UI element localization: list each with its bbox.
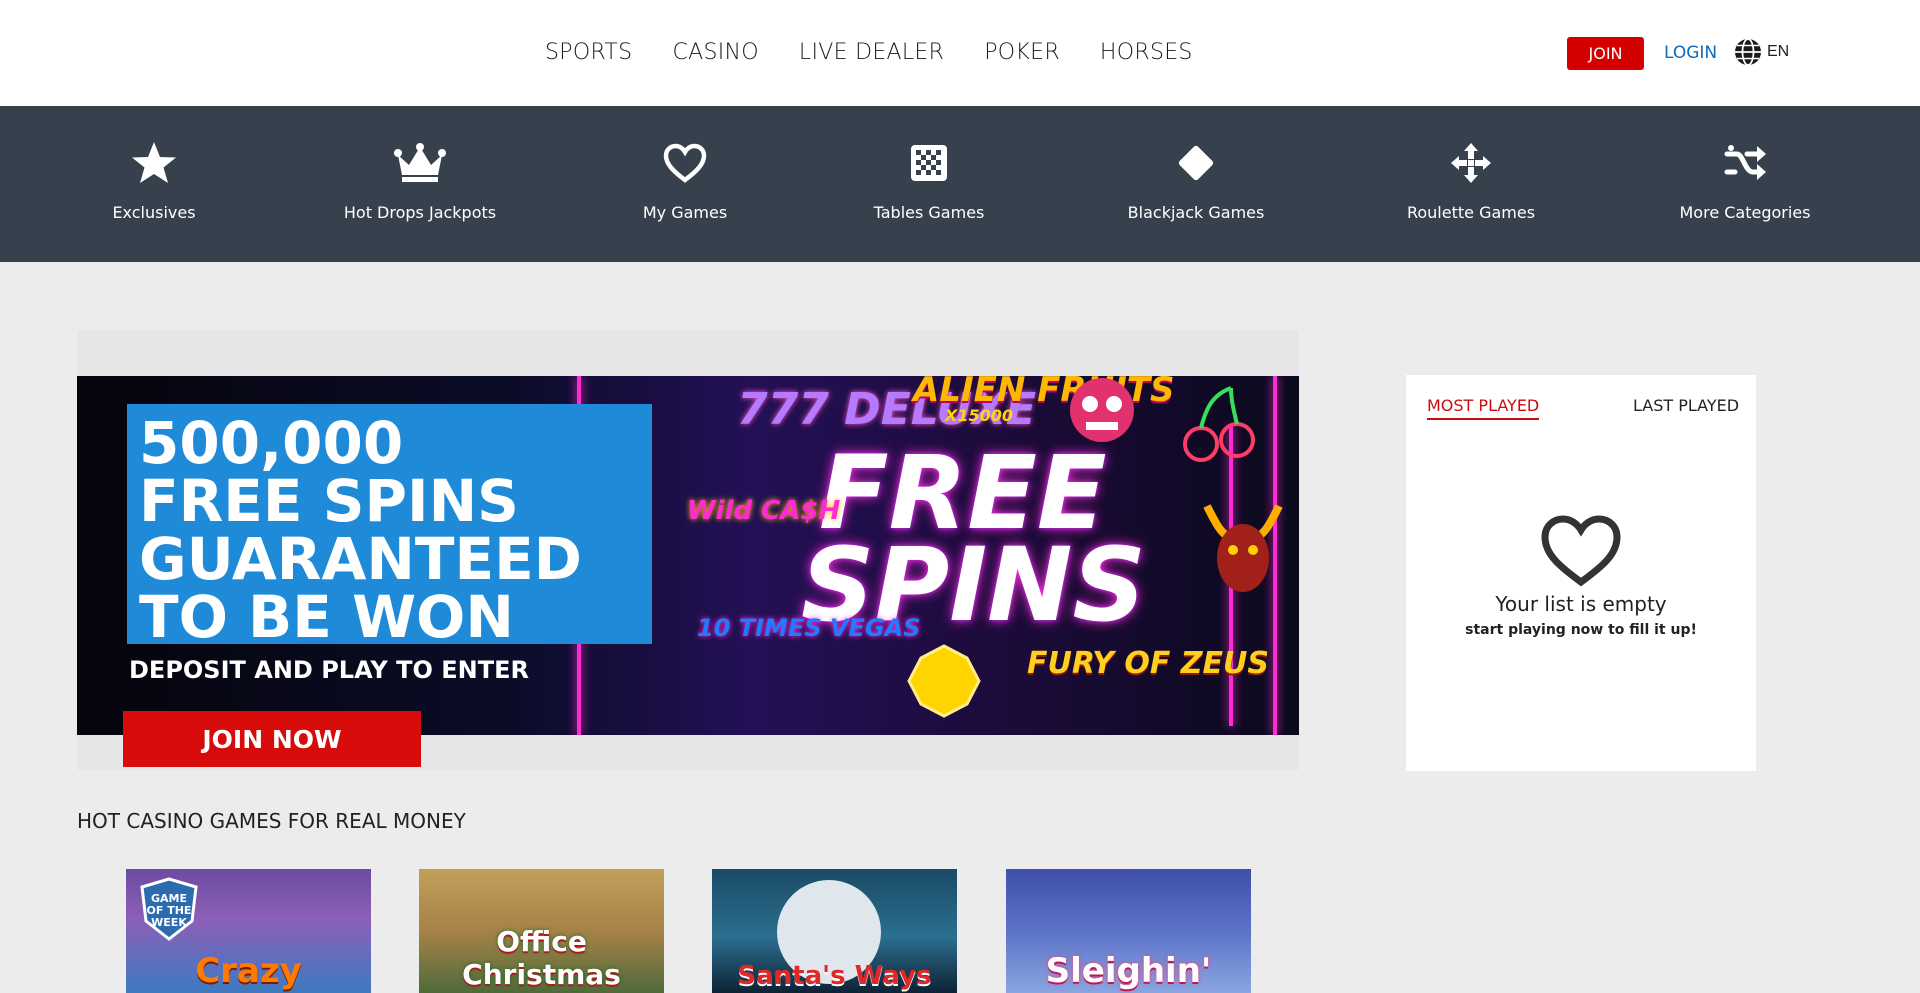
category-label: More Categories bbox=[1679, 203, 1811, 222]
category-hot-drops-jackpots[interactable]: Hot Drops Jackpots bbox=[340, 106, 500, 262]
game-title: Crazy bbox=[195, 951, 302, 991]
join-now-button[interactable]: JOIN NOW bbox=[123, 711, 421, 767]
logo-wild-cash: Wild CA$H bbox=[687, 496, 841, 526]
game-of-week-badge: GAME OF THE WEEK bbox=[146, 892, 192, 930]
category-label: Tables Games bbox=[873, 203, 985, 222]
category-label: Hot Drops Jackpots bbox=[343, 203, 497, 222]
bull-icon bbox=[1203, 504, 1283, 592]
category-roulette-games[interactable]: Roulette Games bbox=[1407, 106, 1535, 262]
category-exclusives[interactable]: Exclusives bbox=[104, 106, 204, 262]
nav-horses[interactable]: HORSES bbox=[1100, 40, 1193, 65]
game-tile-sleighin[interactable]: Sleighin' bbox=[1006, 869, 1251, 993]
language-selector[interactable]: EN bbox=[1733, 37, 1789, 67]
empty-list-title: Your list is empty bbox=[1495, 592, 1667, 616]
game-title: Santa's Ways bbox=[737, 961, 932, 991]
category-label: Roulette Games bbox=[1406, 203, 1536, 222]
category-label: My Games bbox=[642, 203, 728, 222]
language-code: EN bbox=[1767, 43, 1790, 60]
category-more-categories[interactable]: More Categories bbox=[1680, 106, 1811, 262]
crown-icon bbox=[394, 143, 446, 182]
played-games-panel: MOST PLAYED LAST PLAYED Your list is emp… bbox=[1406, 375, 1756, 771]
headline-subline: DEPOSIT AND PLAY TO ENTER bbox=[129, 656, 529, 684]
headline-line: 500,000 bbox=[139, 409, 404, 477]
monster-icon bbox=[1070, 378, 1134, 442]
nav-sports[interactable]: SPORTS bbox=[545, 40, 632, 65]
headline-line: TO BE WON bbox=[139, 583, 514, 651]
headline-line: GUARANTEED bbox=[139, 525, 582, 593]
game-tile-office-christmas[interactable]: Office Christmas bbox=[419, 869, 664, 993]
empty-list-subtitle: start playing now to fill it up! bbox=[1465, 622, 1697, 638]
game-tile-santas-ways[interactable]: Santa's Ways bbox=[712, 869, 957, 993]
game-title: Office Christmas bbox=[462, 925, 621, 991]
tab-last-played[interactable]: LAST PLAYED bbox=[1633, 396, 1739, 415]
nav-poker[interactable]: POKER bbox=[984, 40, 1060, 65]
category-blackjack-games[interactable]: Blackjack Games bbox=[1127, 106, 1265, 262]
category-label: Blackjack Games bbox=[1127, 203, 1265, 222]
game-tile-crazy[interactable]: GAME OF THE WEEK Crazy bbox=[126, 869, 371, 993]
category-bar: Exclusives Hot Drops Jackpots My Games T… bbox=[0, 106, 1920, 262]
main-nav: SPORTS CASINO LIVE DEALER POKER HORSES bbox=[545, 40, 1193, 65]
star-icon bbox=[132, 142, 176, 183]
headline-line: FREE SPINS bbox=[139, 467, 519, 535]
category-tables-games[interactable]: Tables Games bbox=[869, 106, 989, 262]
join-button[interactable]: JOIN bbox=[1567, 37, 1644, 70]
nav-live-dealer[interactable]: LIVE DEALER bbox=[799, 40, 944, 65]
category-label: Exclusives bbox=[112, 203, 196, 222]
logo-10-times-vegas: 10 TIMES VEGAS bbox=[697, 614, 921, 642]
gem-icon bbox=[907, 644, 981, 718]
top-header: SPORTS CASINO LIVE DEALER POKER HORSES J… bbox=[0, 0, 1920, 106]
checkerboard-icon bbox=[911, 145, 947, 181]
hot-games-title: HOT CASINO GAMES FOR REAL MONEY bbox=[77, 809, 466, 833]
arrows-icon bbox=[1451, 143, 1491, 183]
heart-icon bbox=[663, 143, 707, 183]
game-title: Sleighin' bbox=[1045, 951, 1212, 991]
category-my-games[interactable]: My Games bbox=[630, 106, 740, 262]
logo-fury-of-zeus: FURY OF ZEUS bbox=[1027, 646, 1270, 681]
promo-banner[interactable]: 500,000 FREE SPINS GUARANTEED TO BE WON … bbox=[77, 376, 1299, 735]
diamond-icon bbox=[1178, 145, 1214, 181]
cherry-icon bbox=[1183, 386, 1255, 462]
login-link[interactable]: LOGIN bbox=[1664, 43, 1717, 63]
nav-casino[interactable]: CASINO bbox=[672, 40, 758, 65]
shuffle-icon bbox=[1724, 145, 1766, 180]
logo-x15000: X15000 bbox=[945, 406, 1013, 425]
heart-outline-icon bbox=[1541, 515, 1621, 587]
globe-icon bbox=[1735, 38, 1761, 66]
tab-most-played[interactable]: MOST PLAYED bbox=[1427, 396, 1540, 420]
